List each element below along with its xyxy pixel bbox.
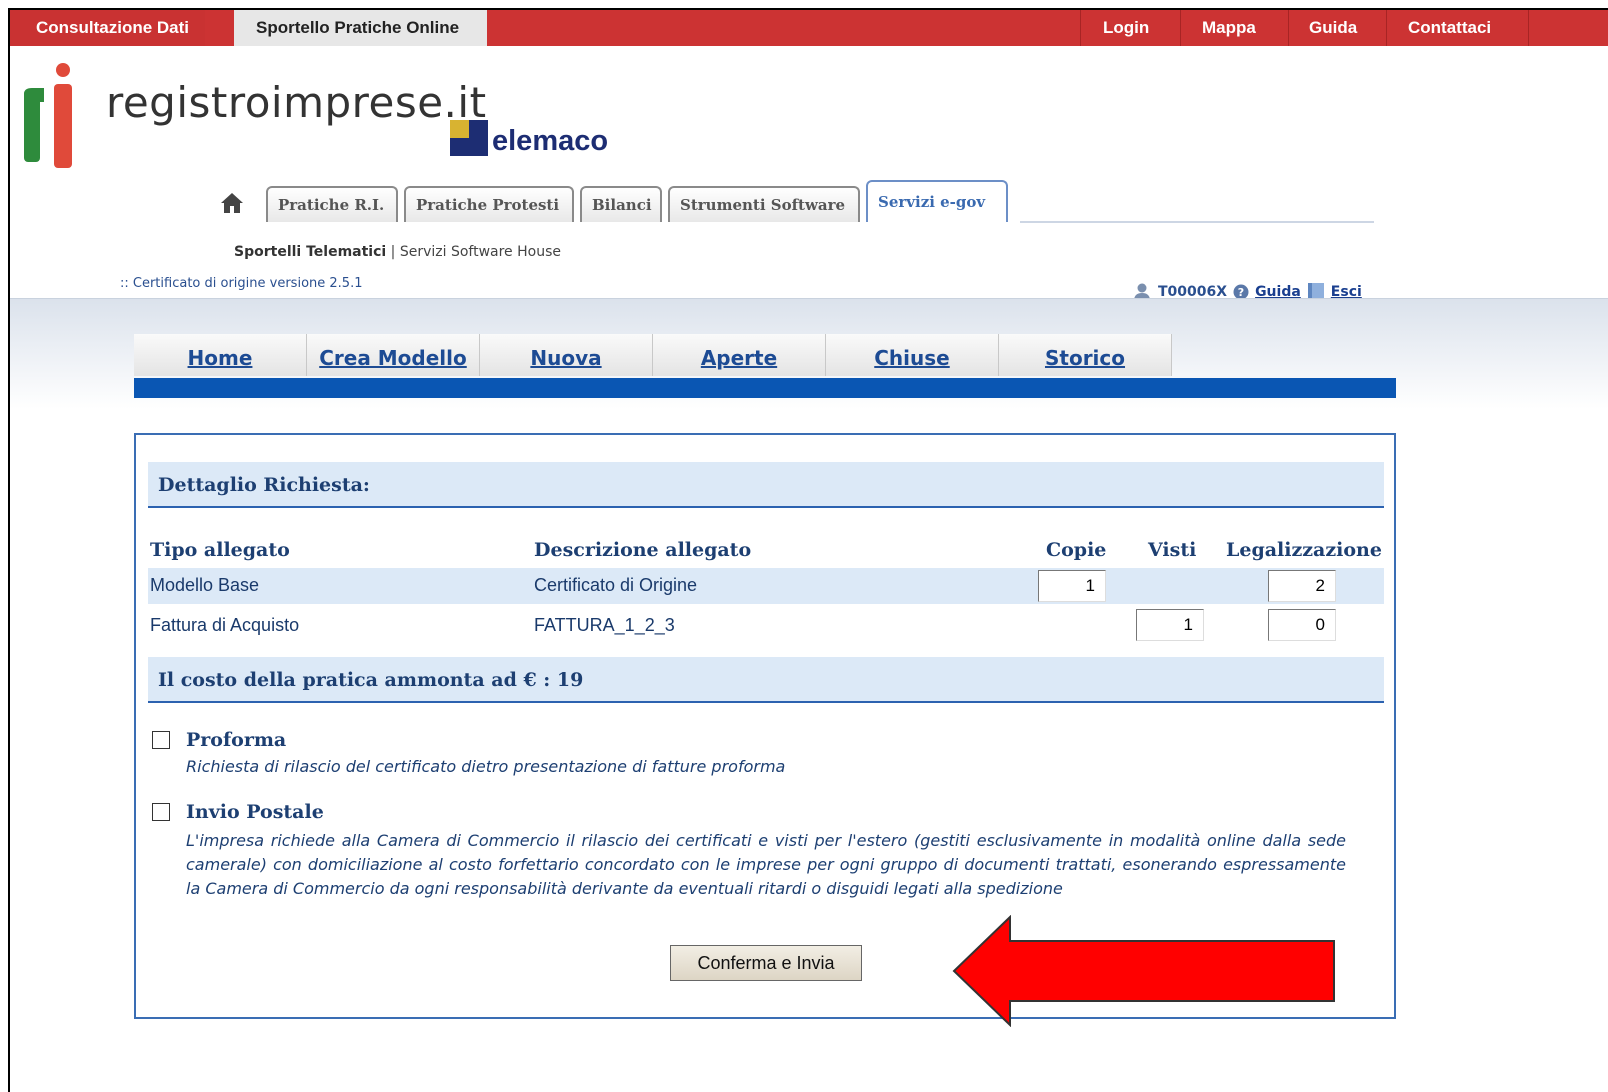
row1-copie-input[interactable]: 1 (1038, 570, 1106, 602)
cost-summary: Il costo della pratica ammonta ad € : 19 (148, 657, 1384, 703)
red-arrow-annotation-icon (952, 915, 1335, 1027)
nav-separator (1180, 10, 1181, 46)
nav-contattaci[interactable]: Contattaci (1408, 10, 1491, 46)
proforma-title: Proforma (186, 729, 287, 751)
nav-consultazione-dati[interactable]: Consultazione Dati (10, 10, 206, 46)
row1-legalizzazione-input[interactable]: 2 (1268, 570, 1336, 602)
row2-visti-input[interactable]: 1 (1136, 609, 1204, 641)
menu-chiuse-label[interactable]: Chiuse (874, 346, 949, 370)
row2-legalizzazione-input[interactable]: 0 (1268, 609, 1336, 641)
tabs-baseline (1020, 221, 1374, 223)
registroimprese-logo-text: registroimprese.it (106, 78, 487, 127)
registroimprese-logo-icon (24, 63, 72, 168)
col-tipo-allegato: Tipo allegato (150, 539, 290, 561)
nav-guida[interactable]: Guida (1309, 10, 1357, 46)
home-icon[interactable] (220, 192, 244, 214)
telemaco-logo-text: elemaco (492, 125, 609, 157)
menu-crea-modello-label[interactable]: Crea Modello (319, 346, 467, 370)
telemaco-logo-icon (450, 120, 488, 156)
nav-sportello-pratiche-online[interactable]: Sportello Pratiche Online (234, 10, 488, 46)
col-legalizzazione: Legalizzazione (1226, 539, 1382, 561)
menu-home[interactable]: Home (134, 334, 307, 376)
menu-nuova[interactable]: Nuova (480, 334, 653, 376)
top-navigation-bar: Consultazione Dati Sportello Pratiche On… (10, 10, 1608, 46)
menu-storico-label[interactable]: Storico (1045, 346, 1125, 370)
tab-pratiche-ri[interactable]: Pratiche R.I. (266, 186, 398, 222)
subnav-servizi-software-house[interactable]: Servizi Software House (400, 244, 561, 260)
tab-pratiche-protesti[interactable]: Pratiche Protesti (404, 186, 574, 222)
tab-bilanci[interactable]: Bilanci (580, 186, 662, 222)
menu-crea-modello[interactable]: Crea Modello (307, 334, 480, 376)
subnav-sportelli-telematici[interactable]: Sportelli Telematici (234, 244, 386, 260)
proforma-checkbox[interactable] (152, 731, 170, 749)
menu-aperte[interactable]: Aperte (653, 334, 826, 376)
row2-descrizione: FATTURA_1_2_3 (534, 615, 675, 635)
menu-chiuse[interactable]: Chiuse (826, 334, 999, 376)
tab-strumenti-software[interactable]: Strumenti Software (668, 186, 860, 222)
invio-postale-checkbox[interactable] (152, 803, 170, 821)
conferma-invia-button[interactable]: Conferma e Invia (670, 945, 862, 981)
version-label: :: Certificato di origine versione 2.5.1 (120, 276, 363, 291)
subnav-separator: | (390, 244, 396, 260)
sub-navigation: Sportelli Telematici | Servizi Software … (234, 244, 561, 260)
row1-tipo: Modello Base (150, 575, 260, 595)
menu-home-label[interactable]: Home (188, 346, 253, 370)
tab-servizi-egov[interactable]: Servizi e-gov (866, 180, 1008, 222)
table-row-highlight (148, 568, 1384, 604)
menu-blue-bar (134, 378, 1396, 398)
menu-storico[interactable]: Storico (999, 334, 1172, 376)
invio-postale-title: Invio Postale (186, 801, 324, 823)
row2-tipo: Fattura di Acquisto (150, 615, 300, 635)
row1-descrizione: Certificato di Origine (534, 575, 698, 595)
main-menu: Home Crea Modello Nuova Aperte Chiuse St… (134, 334, 1396, 398)
browser-frame: Consultazione Dati Sportello Pratiche On… (8, 8, 1608, 1092)
proforma-description: Richiesta di rilascio del certificato di… (186, 757, 786, 776)
menu-nuova-label[interactable]: Nuova (530, 346, 601, 370)
col-descrizione-allegato: Descrizione allegato (534, 539, 752, 561)
nav-separator (1080, 10, 1081, 46)
menu-aperte-label[interactable]: Aperte (701, 346, 777, 370)
nav-separator (1288, 10, 1289, 46)
nav-login[interactable]: Login (1103, 10, 1149, 46)
col-visti: Visti (1148, 539, 1197, 561)
nav-separator (1528, 10, 1529, 46)
nav-separator (1386, 10, 1387, 46)
col-copie: Copie (1046, 539, 1107, 561)
invio-postale-description: L'impresa richiede alla Camera di Commer… (186, 831, 1346, 898)
detail-title: Dettaglio Richiesta: (148, 462, 1384, 508)
nav-mappa[interactable]: Mappa (1202, 10, 1256, 46)
